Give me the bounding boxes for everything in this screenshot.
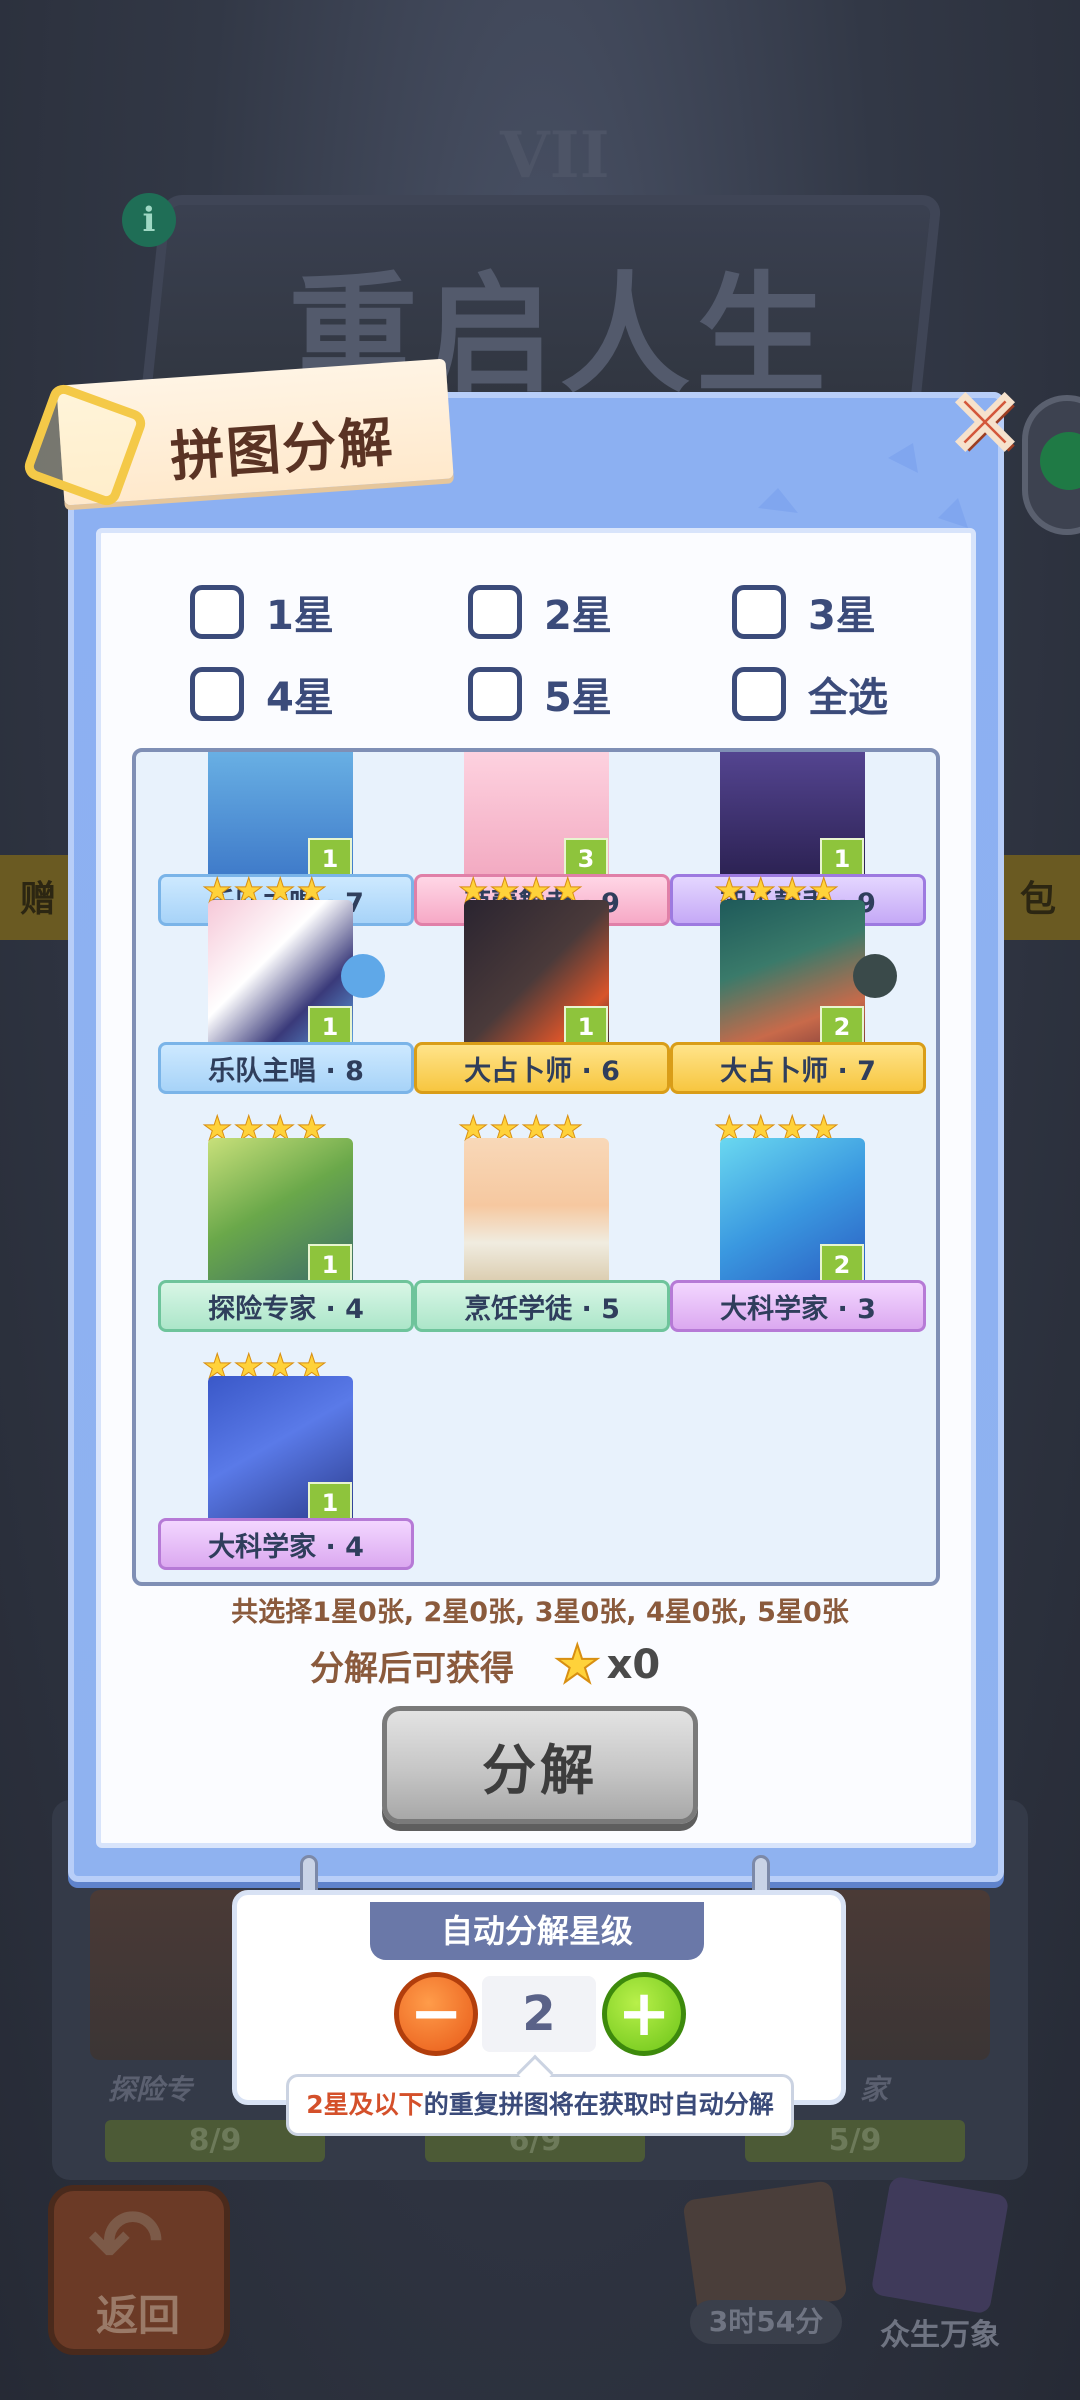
- plus-icon: +: [617, 1977, 671, 2051]
- background-side-text-left: 赠: [20, 879, 57, 920]
- puzzle-piece-tile[interactable]: ★ ★ ★ ★ 2 大占卜师 · 7: [670, 874, 926, 1106]
- piece-name-ribbon: 乐队主唱 · 8: [158, 1042, 414, 1094]
- decompose-button[interactable]: 分解: [382, 1706, 698, 1824]
- background-book-label: 众生万象: [880, 2318, 1000, 2353]
- filter-1-star[interactable]: 1星: [190, 582, 334, 642]
- puzzle-piece-tile[interactable]: ★ ★ ★ ★ 烹饪学徒 · 5: [414, 1112, 670, 1344]
- filter-label: 2星: [544, 593, 612, 639]
- piece-name-ribbon: 大科学家 · 4: [158, 1518, 414, 1570]
- info-icon: i: [122, 193, 176, 247]
- piece-count-badge: 1: [308, 1244, 352, 1282]
- piece-count-badge: 2: [820, 1006, 864, 1044]
- checkbox[interactable]: [732, 585, 786, 639]
- reward-label: 分解后可获得: [310, 1648, 514, 1689]
- close-button[interactable]: ✕: [940, 377, 1030, 471]
- decompose-button-label: 分解: [482, 1738, 598, 1802]
- increase-level-button[interactable]: +: [602, 1972, 686, 2056]
- piece-name-ribbon: 烹饪学徒 · 5: [414, 1280, 670, 1332]
- hint-highlight: 2星及以下: [306, 2090, 424, 2119]
- book-icon: [870, 2175, 1010, 2315]
- auto-decompose-title: 自动分解星级: [370, 1902, 704, 1960]
- checkbox[interactable]: [468, 585, 522, 639]
- checkbox[interactable]: [468, 667, 522, 721]
- dialog-title: 拼图分解: [168, 410, 397, 489]
- piece-name-ribbon: 大占卜师 · 7: [670, 1042, 926, 1094]
- reward-preview: 分解后可获得 ★ x0: [310, 1635, 661, 1695]
- hint-text: 的重复拼图将在获取时自动分解: [423, 2090, 774, 2119]
- filter-label: 全选: [808, 675, 888, 721]
- puzzle-piece-tile[interactable]: ★ ★ ★ ★ 1 大科学家 · 4: [158, 1350, 414, 1582]
- piece-count-badge: 1: [308, 1006, 352, 1044]
- filter-4-star[interactable]: 4星: [190, 664, 334, 724]
- back-arrow-icon: ↶: [88, 2190, 164, 2295]
- checkbox[interactable]: [732, 667, 786, 721]
- star-icon: ★: [553, 1635, 602, 1695]
- filter-label: 5星: [544, 675, 612, 721]
- filter-3-star[interactable]: 3星: [732, 582, 876, 642]
- puzzle-piece-art: [464, 1138, 609, 1288]
- puzzle-piece-tile[interactable]: ★ ★ ★ ★ 2 大科学家 · 3: [670, 1112, 926, 1344]
- auto-decompose-level: 2: [482, 1976, 596, 2052]
- puzzle-piece-tile[interactable]: ★ ★ ★ ★ 1 大占卜师 · 6: [414, 874, 670, 1106]
- piece-count-badge: 2: [820, 1244, 864, 1282]
- background-timer: 3时54分: [690, 2300, 842, 2344]
- filter-label: 4星: [266, 675, 334, 721]
- puzzle-knob: [853, 954, 897, 998]
- checkbox[interactable]: [190, 667, 244, 721]
- selection-summary: 共选择1星0张, 2星0张, 3星0张, 4星0张, 5星0张: [231, 1597, 849, 1628]
- puzzle-piece-tile[interactable]: ★ ★ ★ ★ 1 探险专家 · 4: [158, 1112, 414, 1344]
- puzzle-piece-tile[interactable]: ★ ★ ★ ★ 1 乐队主唱 · 8: [158, 874, 414, 1106]
- close-icon: ✕: [945, 372, 1025, 475]
- filter-label: 1星: [266, 593, 334, 639]
- filter-2-star[interactable]: 2星: [468, 582, 612, 642]
- filter-5-star[interactable]: 5星: [468, 664, 612, 724]
- puzzle-piece-grid: 1 乐队主唱 · 7 3 芭蕾舞者 · 9 1 架子鼓手 · 9 ★★★★ 1 …: [132, 748, 940, 1586]
- checkbox[interactable]: [190, 585, 244, 639]
- background-card-label: 家: [860, 2073, 889, 2106]
- background-side-text-right: 包: [1020, 879, 1057, 920]
- back-button-label: 返回: [96, 2291, 181, 2340]
- filter-label: 3星: [808, 593, 876, 639]
- minus-icon: −: [409, 1977, 463, 2051]
- piece-count-badge: 1: [308, 1482, 352, 1520]
- filter-select-all[interactable]: 全选: [732, 664, 888, 724]
- piece-count-badge: 1: [564, 1006, 608, 1044]
- piece-name-ribbon: 大占卜师 · 6: [414, 1042, 670, 1094]
- puzzle-knob: [341, 954, 385, 998]
- decrease-level-button[interactable]: −: [394, 1972, 478, 2056]
- piece-name-ribbon: 探险专家 · 4: [158, 1280, 414, 1332]
- reward-value: x0: [606, 1642, 661, 1688]
- background-gift-box: [682, 2180, 848, 2320]
- piece-name-ribbon: 大科学家 · 3: [670, 1280, 926, 1332]
- background-card-label: 探险专: [108, 2073, 193, 2106]
- background-roman-numeral: VII: [500, 118, 610, 193]
